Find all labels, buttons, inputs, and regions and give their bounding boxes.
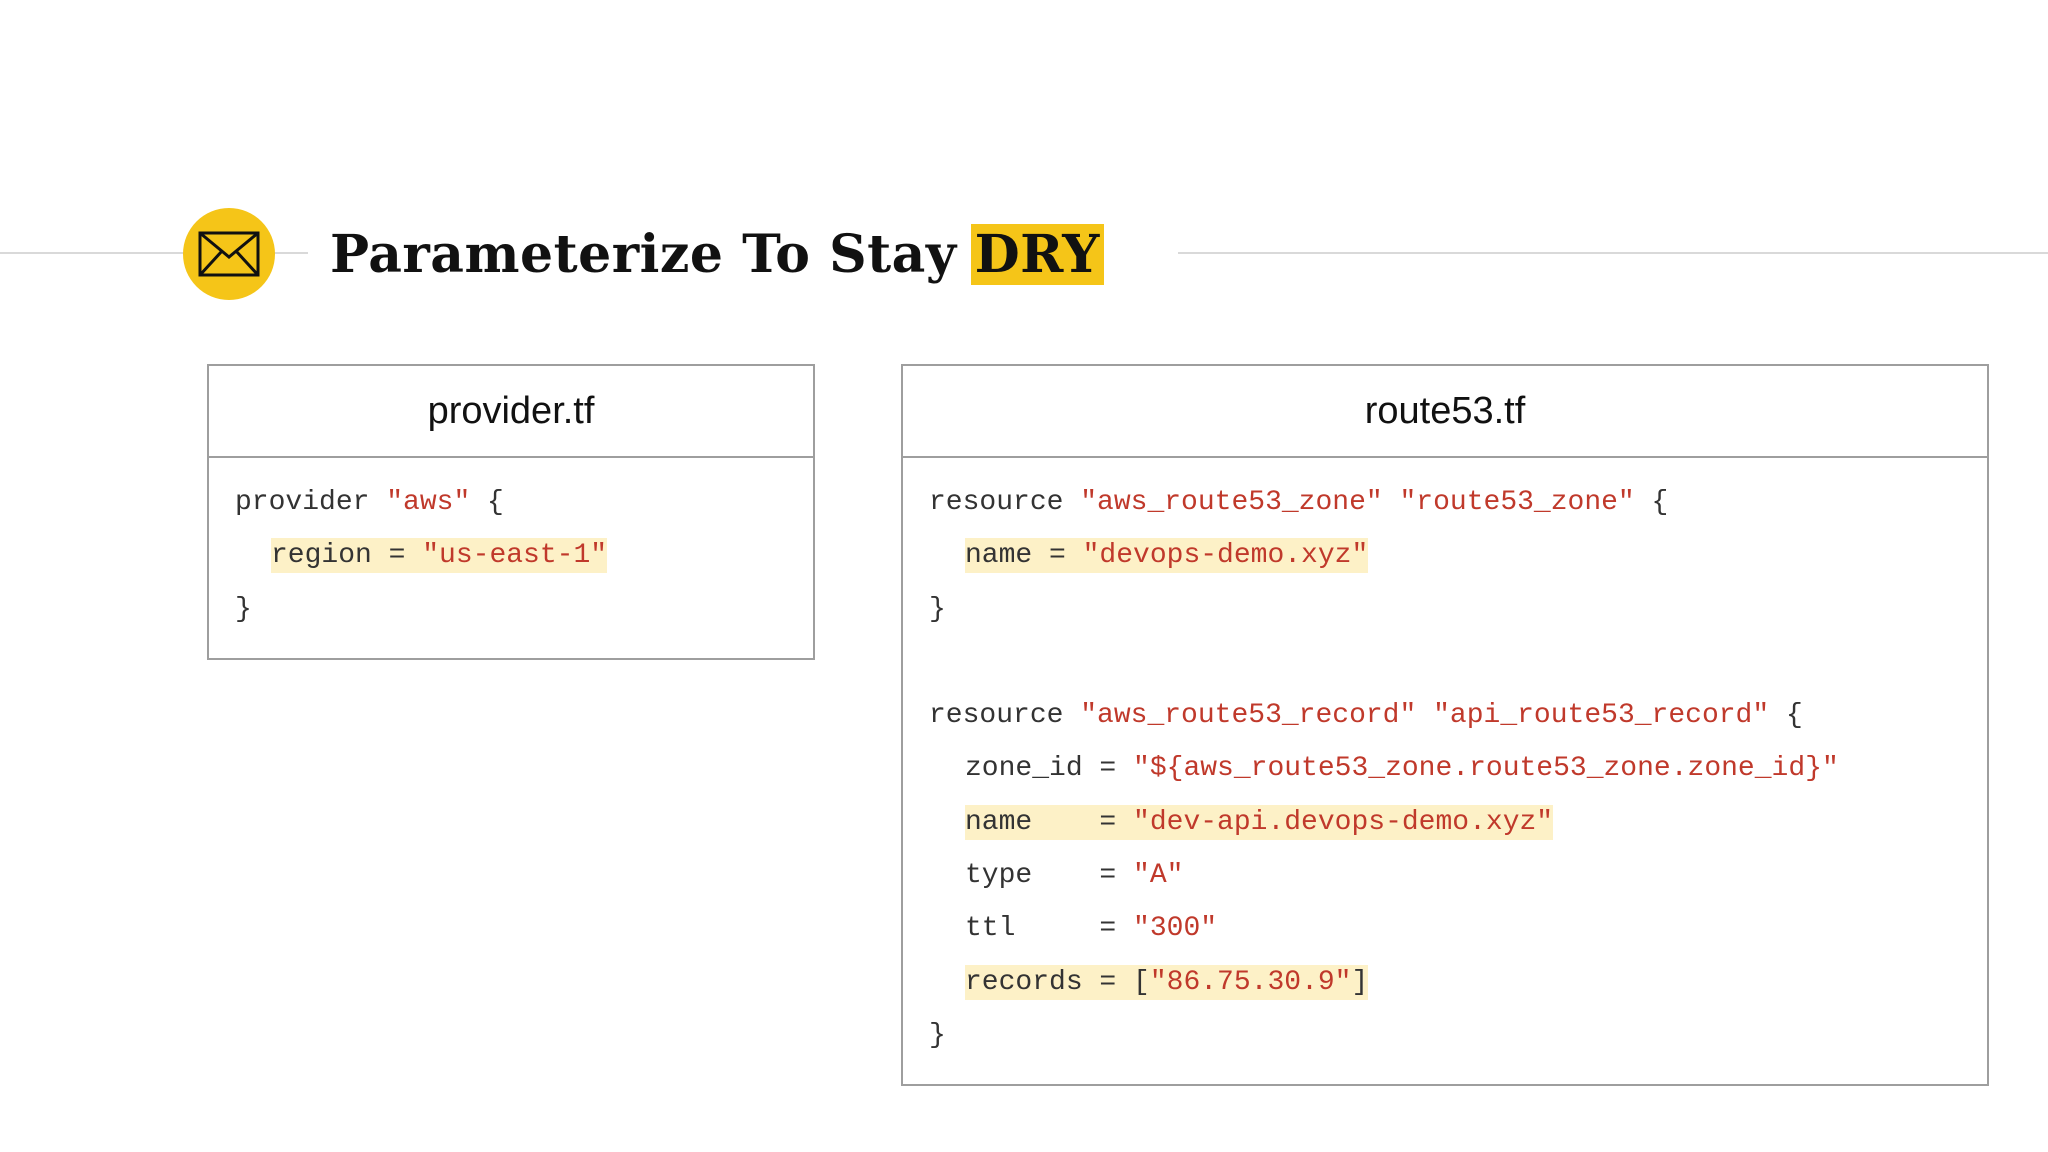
code-line: resource "aws_route53_zone" "route53_zon… (929, 476, 1987, 529)
code-keyword: provider (235, 487, 387, 518)
code-keyword: resource (929, 700, 1081, 732)
code-brace: } (929, 593, 946, 625)
code-key: ttl = (965, 913, 1134, 945)
code-string: "aws" (386, 487, 471, 518)
code-brace: } (929, 1019, 946, 1051)
provider-code: provider "aws" { region = "us-east-1" } (209, 458, 813, 636)
code-key: zone_id = (965, 753, 1134, 785)
code-highlight: records = ["86.75.30.9"] (965, 964, 1369, 1000)
code-line: type = "A" (929, 849, 1987, 902)
code-line: resource "aws_route53_record" "api_route… (929, 689, 1987, 742)
code-string: "devops-demo.xyz" (1082, 540, 1369, 572)
code-key: name = (965, 806, 1134, 838)
code-highlight: name = "dev-api.devops-demo.xyz" (965, 804, 1554, 840)
code-string: "aws_route53_record" (1080, 700, 1417, 732)
code-bracket: [ (1133, 966, 1150, 998)
divider-right (1178, 252, 2048, 254)
code-line: name = "devops-demo.xyz" (929, 529, 1987, 582)
route53-panel: route53.tf resource "aws_route53_zone" "… (901, 364, 1989, 1086)
slide-title-highlight: DRY (970, 223, 1104, 285)
code-string: "dev-api.devops-demo.xyz" (1133, 806, 1554, 838)
slide-title: Parameterize To Stay DRY (330, 216, 1104, 292)
code-string: "${aws_route53_zone.route53_zone.zone_id… (1133, 753, 1839, 785)
code-brace: } (235, 593, 252, 625)
code-key: type = (965, 860, 1134, 892)
route53-filename: route53.tf (903, 366, 1987, 458)
code-keyword: resource (929, 487, 1081, 518)
code-line: name = "dev-api.devops-demo.xyz" (929, 796, 1987, 849)
envelope-icon (183, 208, 275, 300)
code-line: ttl = "300" (929, 902, 1987, 955)
code-string: "A" (1133, 860, 1184, 892)
code-line: } (929, 583, 1987, 636)
code-string: "api_route53_record" (1433, 700, 1770, 732)
code-key: name = (965, 540, 1083, 572)
code-highlight: region = "us-east-1" (271, 538, 608, 574)
code-bracket: ] (1351, 966, 1369, 998)
code-string: "aws_route53_zone" (1080, 487, 1383, 518)
code-line: region = "us-east-1" (235, 529, 813, 582)
slide-title-text: Parameterize To Stay (330, 223, 957, 285)
provider-filename: provider.tf (209, 366, 813, 458)
code-key: records = (965, 966, 1134, 998)
code-line: zone_id = "${aws_route53_zone.route53_zo… (929, 742, 1987, 795)
code-string: "300" (1133, 913, 1218, 945)
route53-code: resource "aws_route53_zone" "route53_zon… (903, 458, 1987, 1062)
code-line: records = ["86.75.30.9"] (929, 956, 1987, 1009)
code-line: } (235, 583, 813, 636)
code-string: "us-east-1" (422, 540, 608, 572)
code-string: "86.75.30.9" (1149, 966, 1352, 998)
code-string: "route53_zone" (1399, 487, 1635, 518)
code-brace: { (1769, 700, 1803, 732)
code-key: region = (271, 540, 423, 572)
provider-panel: provider.tf provider "aws" { region = "u… (207, 364, 815, 660)
code-line: provider "aws" { (235, 476, 813, 529)
code-highlight: name = "devops-demo.xyz" (965, 538, 1369, 574)
code-brace: { (470, 487, 504, 518)
code-brace: { (1634, 487, 1669, 518)
code-line: } (929, 1009, 1987, 1062)
